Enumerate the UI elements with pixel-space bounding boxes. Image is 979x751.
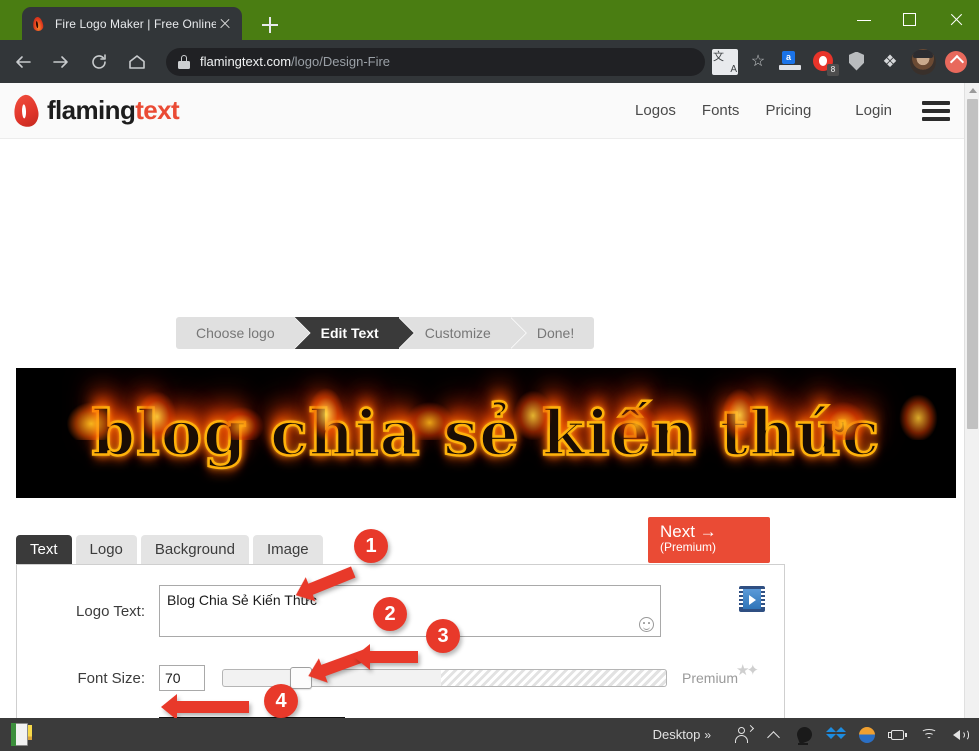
font-size-slider[interactable] xyxy=(222,667,667,689)
url-text: flamingtext.com/logo/Design-Fire xyxy=(200,54,390,69)
tab-text[interactable]: Text xyxy=(16,535,72,564)
login-link[interactable]: Login xyxy=(855,102,892,119)
callout-badge-4: 4 xyxy=(264,684,298,718)
address-bar[interactable]: flamingtext.com/logo/Design-Fire xyxy=(166,47,705,76)
nav-pricing[interactable]: Pricing xyxy=(765,102,811,119)
avatar-icon[interactable] xyxy=(910,48,936,75)
font-size-input[interactable]: 70 xyxy=(159,665,205,691)
premium-label-wrap: Premium ★✦ xyxy=(682,662,759,686)
stars-icon: ★✦ xyxy=(736,662,759,679)
browser-title-bar: Fire Logo Maker | Free Online De xyxy=(0,0,979,40)
satellite-dish-icon[interactable] xyxy=(794,724,816,746)
site-header: flamingtext Logos Fonts Pricing Login xyxy=(0,83,964,139)
callout-arrow-4 xyxy=(161,694,249,718)
callout-badge-1: 1 xyxy=(354,529,388,563)
flame-logo-icon xyxy=(11,92,41,129)
callout-badge-3: 3 xyxy=(426,619,460,653)
logo-text-label: Logo Text: xyxy=(76,602,145,620)
step-label: Done! xyxy=(536,325,575,341)
profile-upload-icon[interactable] xyxy=(943,49,969,75)
people-icon[interactable] xyxy=(732,724,755,746)
next-button-sublabel: (Premium) xyxy=(660,540,716,555)
close-icon[interactable] xyxy=(216,15,234,33)
font-size-label: Font Size: xyxy=(77,669,145,687)
editor-tabs: Text Logo Background Image xyxy=(16,535,327,564)
logo-preview-text: blog chia sẻ kiến thức xyxy=(91,395,881,471)
tray-overflow-icon[interactable]: » xyxy=(704,728,711,742)
shield-icon[interactable] xyxy=(844,49,870,75)
url-domain: flamingtext.com xyxy=(200,54,292,69)
step-customize[interactable]: Customize xyxy=(398,317,526,349)
browser-tab[interactable]: Fire Logo Maker | Free Online De xyxy=(22,7,242,40)
editor-form-panel: Logo Text: Blog Chia Sẻ Kiến Thức Font S… xyxy=(16,564,785,718)
step-edit-text[interactable]: Edit Text xyxy=(294,317,414,349)
reload-icon[interactable] xyxy=(84,47,114,77)
windows-taskbar: Desktop » xyxy=(0,718,979,751)
extension-badge: 8 xyxy=(827,63,839,76)
volume-icon[interactable] xyxy=(949,724,971,746)
tab-logo[interactable]: Logo xyxy=(75,535,137,564)
site-logo-text: flamingtext xyxy=(47,95,180,126)
logo-text-second: text xyxy=(135,95,180,125)
callout-badge-2: 2 xyxy=(373,597,407,631)
wizard-steps: Choose logo Edit Text Customize Done! xyxy=(176,317,595,349)
back-icon[interactable] xyxy=(8,47,38,77)
site-logo[interactable]: flamingtext xyxy=(11,92,180,129)
extension-blue-icon[interactable]: a xyxy=(778,49,804,75)
logo-text-first: flaming xyxy=(47,95,136,125)
step-label: Choose logo xyxy=(196,325,275,341)
circle-app-icon[interactable] xyxy=(856,724,878,746)
callout-arrow-3 xyxy=(354,644,418,670)
step-choose-logo[interactable]: Choose logo xyxy=(176,317,310,349)
browser-window: Fire Logo Maker | Free Online De flaming… xyxy=(0,0,979,751)
site-nav: Logos Fonts Pricing Login xyxy=(609,97,964,125)
logo-text-input[interactable]: Blog Chia Sẻ Kiến Thức xyxy=(159,585,661,637)
nav-logos[interactable]: Logos xyxy=(635,102,676,119)
step-label: Customize xyxy=(424,325,491,341)
bookmark-star-icon[interactable]: ☆ xyxy=(745,49,771,75)
smiley-icon[interactable] xyxy=(639,617,654,632)
premium-label: Premium xyxy=(682,670,739,686)
scroll-up-icon[interactable] xyxy=(969,88,977,93)
toolbar-icon-group: ☆ a 8 ❖ xyxy=(705,48,979,76)
tray-desktop-label[interactable]: Desktop xyxy=(653,727,701,742)
home-icon[interactable] xyxy=(122,47,152,77)
tab-title: Fire Logo Maker | Free Online De xyxy=(55,16,216,31)
tab-image[interactable]: Image xyxy=(252,535,323,564)
slider-track-premium[interactable] xyxy=(441,669,667,687)
wifi-icon[interactable] xyxy=(918,724,940,746)
window-controls xyxy=(841,0,979,40)
next-button-label: Next → xyxy=(660,522,717,541)
nav-fonts[interactable]: Fonts xyxy=(702,102,740,119)
forward-icon[interactable] xyxy=(46,47,76,77)
translate-icon[interactable] xyxy=(712,48,738,75)
logo-preview[interactable]: blog chia sẻ kiến thức xyxy=(16,368,956,498)
step-label: Edit Text xyxy=(320,325,379,341)
font-size-row: Font Size: 70 Premium ★✦ xyxy=(17,662,784,691)
notepad-icon[interactable] xyxy=(8,722,34,748)
minimize-icon[interactable] xyxy=(841,0,887,40)
show-hidden-icons-chevron[interactable] xyxy=(763,724,785,746)
next-button[interactable]: Next → (Premium) xyxy=(648,517,770,563)
lock-icon xyxy=(178,54,190,69)
vertical-scrollbar[interactable] xyxy=(964,83,979,718)
system-tray: Desktop » xyxy=(653,724,979,746)
dropbox-icon[interactable] xyxy=(825,724,847,746)
browser-toolbar: flamingtext.com/logo/Design-Fire ☆ a 8 ❖ xyxy=(0,40,979,83)
tab-background[interactable]: Background xyxy=(140,535,249,564)
video-tutorial-icon[interactable] xyxy=(739,586,765,612)
maximize-icon[interactable] xyxy=(887,0,933,40)
url-path: /logo/Design-Fire xyxy=(291,54,391,69)
window-close-icon[interactable] xyxy=(933,0,979,40)
scrollbar-thumb[interactable] xyxy=(967,99,978,429)
battery-icon[interactable] xyxy=(887,724,909,746)
extension-red-icon[interactable]: 8 xyxy=(811,49,839,76)
hamburger-menu-icon[interactable] xyxy=(922,97,950,125)
page-viewport: flamingtext Logos Fonts Pricing Login Ch… xyxy=(0,83,979,718)
flame-favicon xyxy=(30,15,46,32)
puzzle-icon[interactable]: ❖ xyxy=(877,49,903,75)
new-tab-button[interactable] xyxy=(258,13,282,37)
